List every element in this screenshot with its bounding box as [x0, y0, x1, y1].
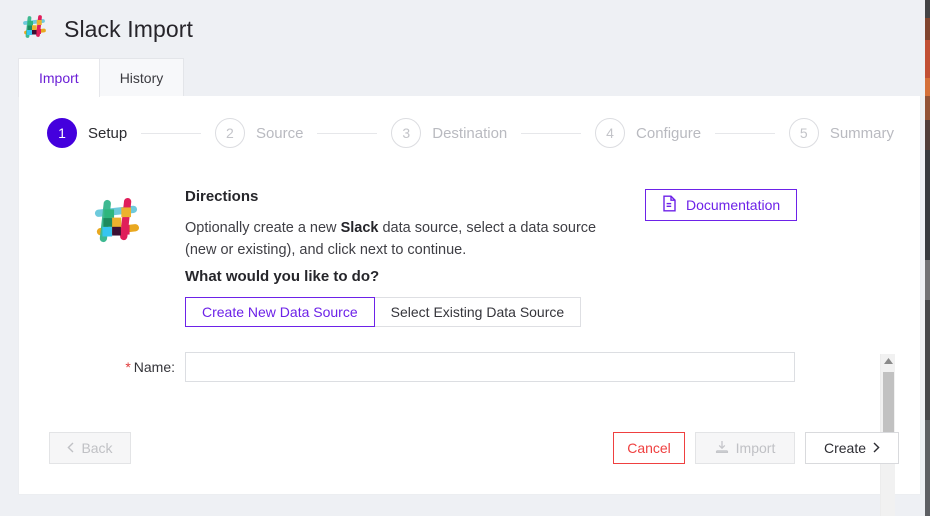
cancel-button-label: Cancel: [627, 440, 671, 456]
slack-hash-logo-large-icon: [85, 190, 147, 257]
import-button-label: Import: [735, 440, 776, 456]
step-connector-4: [715, 132, 775, 134]
tab-history[interactable]: History: [99, 58, 185, 97]
step-source-number: 2: [214, 118, 245, 148]
step-summary[interactable]: 5 Summary: [788, 118, 895, 148]
cancel-button[interactable]: Cancel: [613, 432, 685, 464]
step-destination-number: 3: [391, 118, 422, 148]
step-setup[interactable]: 1 Setup: [47, 118, 127, 148]
step-setup-label: Setup: [88, 124, 128, 142]
scrollbar-up-arrow-icon[interactable]: [881, 354, 896, 368]
step-connector-1: [141, 132, 201, 134]
step-summary-label: Summary: [829, 124, 895, 142]
back-button-label: Back: [81, 440, 113, 456]
directions-body-before: Optionally create a new: [185, 220, 341, 236]
documentation-button[interactable]: Documentation: [645, 189, 798, 221]
create-new-data-source-option[interactable]: Create New Data Source: [185, 297, 375, 327]
app-title: Slack Import: [64, 15, 194, 42]
step-configure-number: 4: [595, 118, 626, 148]
directions-body: Optionally create a new Slack data sourc…: [185, 217, 605, 262]
chevron-left-icon: [67, 441, 74, 455]
step-setup-number: 1: [47, 118, 77, 148]
name-label-text: Name:: [133, 359, 175, 375]
source-choice-segmented-control: Create New Data Source Select Existing D…: [185, 297, 582, 327]
source-choice-question: What would you like to do?: [185, 268, 380, 285]
directions-block: Directions Optionally create a new Slack…: [185, 188, 605, 262]
step-configure[interactable]: 4 Configure: [595, 118, 701, 148]
create-new-data-source-label: Create New Data Source: [202, 304, 358, 320]
wizard-footer: Back Cancel Import Create: [19, 402, 922, 494]
app-header: Slack Import: [0, 0, 921, 58]
tab-bar: Import History: [18, 58, 185, 97]
create-button[interactable]: Create: [805, 432, 899, 464]
create-button-label: Create: [823, 440, 867, 456]
step-summary-number: 5: [788, 118, 819, 148]
chevron-right-icon: [873, 441, 880, 455]
step-destination[interactable]: 3 Destination: [391, 118, 507, 148]
background-page-sliver: [925, 0, 930, 516]
directions-body-bold: Slack: [340, 220, 379, 236]
import-button[interactable]: Import: [695, 432, 795, 464]
select-existing-data-source-option[interactable]: Select Existing Data Source: [374, 297, 582, 327]
step-connector-3: [521, 132, 582, 134]
document-file-icon: [662, 195, 677, 215]
step-connector-2: [317, 132, 378, 134]
documentation-button-label: Documentation: [686, 197, 781, 213]
tab-import-label: Import: [39, 70, 79, 86]
wizard-content: Directions Optionally create a new Slack…: [19, 168, 922, 516]
name-input[interactable]: [185, 352, 795, 382]
back-button[interactable]: Back: [49, 432, 131, 464]
step-source-label: Source: [255, 124, 304, 142]
app-root: Slack Import Import History 1 Setup 2 So…: [0, 0, 930, 516]
tab-history-label: History: [119, 70, 164, 86]
step-source[interactable]: 2 Source: [214, 118, 304, 148]
step-destination-label: Destination: [432, 124, 508, 142]
required-asterisk: *: [125, 359, 131, 375]
download-tray-icon: [715, 440, 729, 457]
slack-hash-logo-icon: [18, 11, 50, 48]
select-existing-data-source-label: Select Existing Data Source: [390, 304, 565, 320]
wizard-stepper: 1 Setup 2 Source 3 Destination 4 Configu…: [19, 118, 922, 148]
tab-import[interactable]: Import: [18, 58, 100, 97]
name-field-row: * Name:: [19, 352, 819, 382]
step-configure-label: Configure: [636, 124, 702, 142]
name-field-label: * Name:: [19, 359, 185, 375]
directions-heading: Directions: [185, 188, 259, 205]
import-wizard-card: 1 Setup 2 Source 3 Destination 4 Configu…: [18, 96, 922, 516]
